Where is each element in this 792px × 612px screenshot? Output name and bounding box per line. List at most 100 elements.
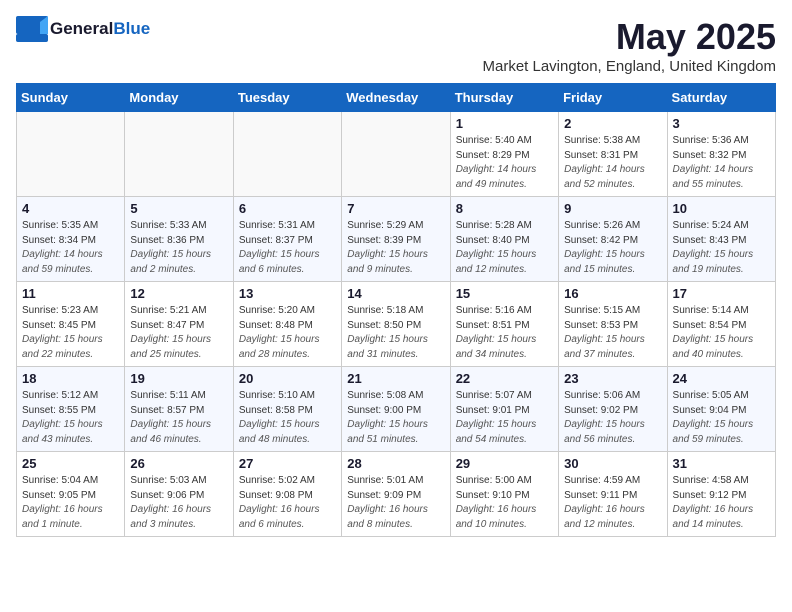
day-number: 21: [347, 371, 444, 386]
day-number: 18: [22, 371, 119, 386]
day-info: Sunrise: 5:23 AMSunset: 8:45 PMDaylight:…: [22, 304, 119, 362]
day-info: Sunrise: 5:26 AMSunset: 8:42 PMDaylight:…: [564, 219, 661, 277]
header: GeneralBlue May 2025 Market Lavington, E…: [16, 16, 776, 75]
calendar-cell: 28Sunrise: 5:01 AMSunset: 9:09 PMDayligh…: [342, 452, 450, 537]
day-number: 24: [673, 371, 770, 386]
calendar-cell: 25Sunrise: 5:04 AMSunset: 9:05 PMDayligh…: [17, 452, 125, 537]
calendar-cell: 5 Sunrise: 5:33 AMSunset: 8:36 PMDaylight…: [125, 197, 233, 282]
calendar-cell: 1Sunrise: 5:40 AMSunset: 8:29 PMDaylight…: [450, 112, 558, 197]
day-info: Sunrise: 5:14 AMSunset: 8:54 PMDaylight:…: [673, 304, 770, 362]
calendar-cell: 21 Sunrise: 5:08 AMSunset: 9:00 PMDayligh…: [342, 367, 450, 452]
logo-blue-text: Blue: [113, 19, 150, 38]
calendar-cell: 12Sunrise: 5:21 AMSunset: 8:47 PMDayligh…: [125, 282, 233, 367]
day-info: Sunrise: 5:18 AMSunset: 8:50 PMDaylight:…: [347, 304, 444, 362]
calendar-cell: 11 Sunrise: 5:23 AMSunset: 8:45 PMDayligh…: [17, 282, 125, 367]
day-number: 1: [456, 116, 553, 131]
logo-general-text: General: [50, 19, 113, 38]
day-number: 11: [22, 286, 119, 301]
day-info: Sunrise: 5:03 AMSunset: 9:06 PMDaylight:…: [130, 474, 227, 532]
weekday-header-friday: Friday: [559, 84, 667, 112]
calendar-week-4: 18 Sunrise: 5:12 AMSunset: 8:55 PMDayligh…: [17, 367, 776, 452]
calendar-table: SundayMondayTuesdayWednesdayThursdayFrid…: [16, 83, 776, 537]
day-number: 31: [673, 456, 770, 471]
day-number: 25: [22, 456, 119, 471]
calendar-cell: 9 Sunrise: 5:26 AMSunset: 8:42 PMDaylight…: [559, 197, 667, 282]
day-number: 14: [347, 286, 444, 301]
day-number: 23: [564, 371, 661, 386]
calendar-cell: 23 Sunrise: 5:06 AMSunset: 9:02 PMDayligh…: [559, 367, 667, 452]
day-info: Sunrise: 5:00 AMSunset: 9:10 PMDaylight:…: [456, 474, 553, 532]
day-info: Sunrise: 5:11 AMSunset: 8:57 PMDaylight:…: [130, 389, 227, 447]
calendar-cell: 29Sunrise: 5:00 AMSunset: 9:10 PMDayligh…: [450, 452, 558, 537]
day-info: Sunrise: 5:12 AMSunset: 8:55 PMDaylight:…: [22, 389, 119, 447]
calendar-cell: 14 Sunrise: 5:18 AMSunset: 8:50 PMDayligh…: [342, 282, 450, 367]
calendar-cell: 19Sunrise: 5:11 AMSunset: 8:57 PMDayligh…: [125, 367, 233, 452]
day-number: 26: [130, 456, 227, 471]
day-info: Sunrise: 5:38 AMSunset: 8:31 PMDaylight:…: [564, 134, 661, 192]
calendar-week-2: 4Sunrise: 5:35 AMSunset: 8:34 PMDaylight…: [17, 197, 776, 282]
calendar-cell: 4Sunrise: 5:35 AMSunset: 8:34 PMDaylight…: [17, 197, 125, 282]
day-number: 8: [456, 201, 553, 216]
day-info: Sunrise: 5:20 AMSunset: 8:48 PMDaylight:…: [239, 304, 336, 362]
logo-icon: [16, 16, 48, 42]
calendar-cell: 20 Sunrise: 5:10 AMSunset: 8:58 PMDayligh…: [233, 367, 341, 452]
logo: GeneralBlue: [16, 16, 150, 42]
calendar-cell: [125, 112, 233, 197]
day-info: Sunrise: 5:16 AMSunset: 8:51 PMDaylight:…: [456, 304, 553, 362]
calendar-cell: 24 Sunrise: 5:05 AMSunset: 9:04 PMDayligh…: [667, 367, 775, 452]
weekday-header-monday: Monday: [125, 84, 233, 112]
title-area: May 2025 Market Lavington, England, Unit…: [482, 16, 776, 75]
day-info: Sunrise: 5:31 AMSunset: 8:37 PMDaylight:…: [239, 219, 336, 277]
day-info: Sunrise: 4:58 AMSunset: 9:12 PMDaylight:…: [673, 474, 770, 532]
day-number: 27: [239, 456, 336, 471]
calendar-cell: 16Sunrise: 5:15 AMSunset: 8:53 PMDayligh…: [559, 282, 667, 367]
day-number: 20: [239, 371, 336, 386]
weekday-header-row: SundayMondayTuesdayWednesdayThursdayFrid…: [17, 84, 776, 112]
day-number: 12: [130, 286, 227, 301]
day-info: Sunrise: 5:05 AMSunset: 9:04 PMDaylight:…: [673, 389, 770, 447]
day-number: 22: [456, 371, 553, 386]
day-info: Sunrise: 5:36 AMSunset: 8:32 PMDaylight:…: [673, 134, 770, 192]
calendar-title: May 2025: [482, 16, 776, 58]
weekday-header-thursday: Thursday: [450, 84, 558, 112]
weekday-header-wednesday: Wednesday: [342, 84, 450, 112]
day-info: Sunrise: 5:28 AMSunset: 8:40 PMDaylight:…: [456, 219, 553, 277]
day-number: 2: [564, 116, 661, 131]
day-number: 6: [239, 201, 336, 216]
day-info: Sunrise: 5:06 AMSunset: 9:02 PMDaylight:…: [564, 389, 661, 447]
weekday-header-tuesday: Tuesday: [233, 84, 341, 112]
day-number: 5: [130, 201, 227, 216]
calendar-cell: 22 Sunrise: 5:07 AMSunset: 9:01 PMDayligh…: [450, 367, 558, 452]
calendar-cell: 15Sunrise: 5:16 AMSunset: 8:51 PMDayligh…: [450, 282, 558, 367]
day-number: 10: [673, 201, 770, 216]
calendar-location: Market Lavington, England, United Kingdo…: [482, 58, 776, 75]
calendar-week-5: 25Sunrise: 5:04 AMSunset: 9:05 PMDayligh…: [17, 452, 776, 537]
day-info: Sunrise: 5:02 AMSunset: 9:08 PMDaylight:…: [239, 474, 336, 532]
calendar-cell: 2 Sunrise: 5:38 AMSunset: 8:31 PMDaylight…: [559, 112, 667, 197]
calendar-cell: [342, 112, 450, 197]
day-number: 9: [564, 201, 661, 216]
weekday-header-sunday: Sunday: [17, 84, 125, 112]
day-info: Sunrise: 5:01 AMSunset: 9:09 PMDaylight:…: [347, 474, 444, 532]
day-info: Sunrise: 4:59 AMSunset: 9:11 PMDaylight:…: [564, 474, 661, 532]
calendar-cell: 26 Sunrise: 5:03 AMSunset: 9:06 PMDayligh…: [125, 452, 233, 537]
day-number: 16: [564, 286, 661, 301]
calendar-cell: 3Sunrise: 5:36 AMSunset: 8:32 PMDaylight…: [667, 112, 775, 197]
calendar-week-1: 1Sunrise: 5:40 AMSunset: 8:29 PMDaylight…: [17, 112, 776, 197]
calendar-cell: 30 Sunrise: 4:59 AMSunset: 9:11 PMDayligh…: [559, 452, 667, 537]
calendar-cell: 10 Sunrise: 5:24 AMSunset: 8:43 PMDayligh…: [667, 197, 775, 282]
calendar-cell: 7Sunrise: 5:29 AMSunset: 8:39 PMDaylight…: [342, 197, 450, 282]
day-info: Sunrise: 5:33 AMSunset: 8:36 PMDaylight:…: [130, 219, 227, 277]
day-info: Sunrise: 5:24 AMSunset: 8:43 PMDaylight:…: [673, 219, 770, 277]
day-number: 17: [673, 286, 770, 301]
calendar-cell: 8 Sunrise: 5:28 AMSunset: 8:40 PMDaylight…: [450, 197, 558, 282]
weekday-header-saturday: Saturday: [667, 84, 775, 112]
day-number: 30: [564, 456, 661, 471]
day-info: Sunrise: 5:10 AMSunset: 8:58 PMDaylight:…: [239, 389, 336, 447]
calendar-cell: 13 Sunrise: 5:20 AMSunset: 8:48 PMDayligh…: [233, 282, 341, 367]
day-info: Sunrise: 5:07 AMSunset: 9:01 PMDaylight:…: [456, 389, 553, 447]
day-info: Sunrise: 5:08 AMSunset: 9:00 PMDaylight:…: [347, 389, 444, 447]
day-number: 13: [239, 286, 336, 301]
day-info: Sunrise: 5:35 AMSunset: 8:34 PMDaylight:…: [22, 219, 119, 277]
calendar-cell: [233, 112, 341, 197]
